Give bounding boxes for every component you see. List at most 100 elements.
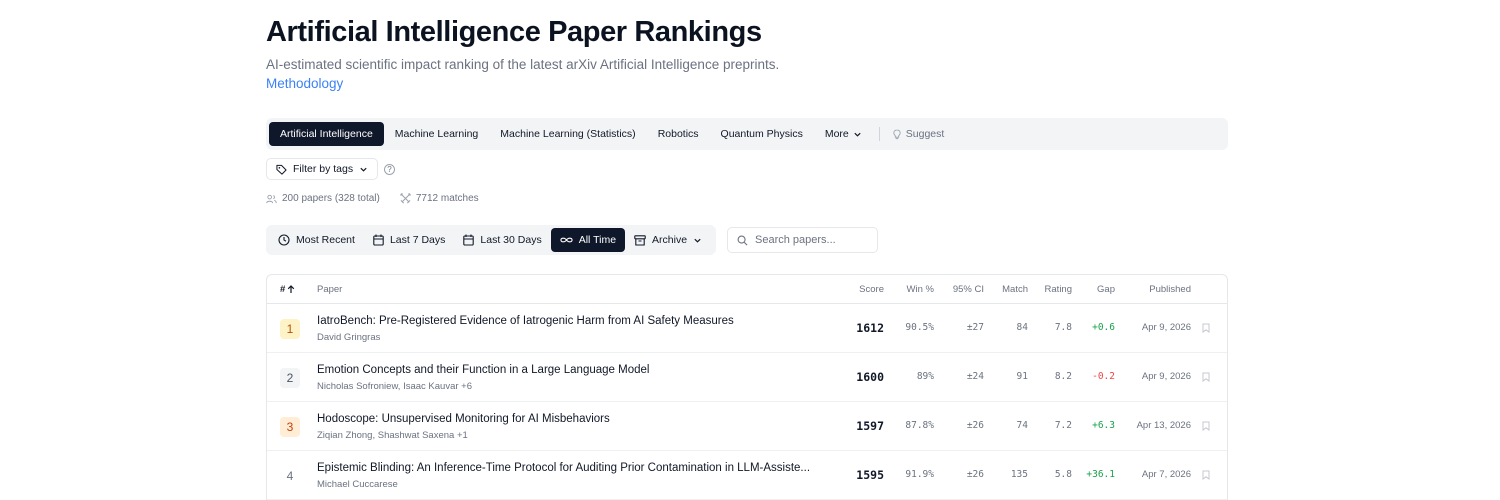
last-7-days-button[interactable]: Last 7 Days — [364, 228, 454, 252]
rating-value: 8.2 — [1054, 371, 1072, 382]
tag-icon — [276, 164, 287, 175]
suggest-label: Suggest — [905, 128, 945, 140]
match-value: 135 — [1010, 469, 1028, 480]
table-row[interactable]: 2 Emotion Concepts and their Function in… — [267, 353, 1227, 402]
matches-count: 7712 matches — [415, 193, 479, 204]
published-date: Apr 9, 2026 — [1141, 322, 1191, 333]
lightbulb-icon — [892, 128, 902, 140]
paper-title[interactable]: Hodoscope: Unsupervised Monitoring for A… — [317, 413, 610, 425]
divider — [878, 127, 880, 141]
gap-value: +6.3 — [1092, 420, 1115, 431]
paper-title[interactable]: IatroBench: Pre-Registered Evidence of I… — [317, 315, 734, 327]
chevron-down-icon — [853, 130, 862, 139]
clock-icon — [278, 234, 290, 246]
rank-column-header[interactable]: # — [280, 284, 295, 295]
most-recent-button[interactable]: Most Recent — [269, 228, 364, 252]
last-7-days-label: Last 7 Days — [389, 234, 446, 246]
swords-icon — [400, 193, 411, 204]
chevron-down-icon — [359, 165, 368, 174]
score-value: 1600 — [856, 370, 884, 384]
match-value: 74 — [1016, 420, 1028, 431]
rank-header-label: # — [280, 284, 286, 295]
filter-label: Filter by tags — [293, 163, 354, 175]
table-row[interactable]: 4 Epistemic Blinding: An Inference-Time … — [267, 451, 1227, 500]
category-tabs: Artificial Intelligence Machine Learning… — [266, 118, 1228, 150]
all-time-label: All Time — [578, 234, 617, 246]
rating-value: 5.8 — [1054, 469, 1072, 480]
published-date: Apr 13, 2026 — [1136, 420, 1191, 431]
search-icon — [737, 235, 748, 246]
match-value: 84 — [1016, 322, 1028, 333]
bookmark-icon[interactable] — [1202, 421, 1210, 431]
match-value: 91 — [1016, 371, 1028, 382]
rating-value: 7.8 — [1054, 322, 1072, 333]
archive-dropdown[interactable]: Archive — [625, 228, 711, 252]
match-column-header[interactable]: Match — [1002, 284, 1028, 295]
stats-bar: 200 papers (328 total) 7712 matches — [266, 193, 479, 204]
calendar-icon — [373, 234, 384, 246]
rank-badge: 2 — [280, 368, 300, 388]
paper-authors: Ziqian Zhong, Shashwat Saxena +1 — [317, 430, 468, 441]
win-value: 90.5% — [905, 322, 934, 333]
help-icon[interactable]: ? — [384, 164, 395, 175]
last-30-days-label: Last 30 Days — [480, 234, 542, 246]
paper-authors: Nicholas Sofroniew, Isaac Kauvar +6 — [317, 381, 472, 392]
table-row[interactable]: 3 Hodoscope: Unsupervised Monitoring for… — [267, 402, 1227, 451]
win-value: 89% — [916, 371, 934, 382]
sort-ascending-icon — [287, 285, 295, 294]
last-30-days-button[interactable]: Last 30 Days — [454, 228, 550, 252]
filter-by-tags-button[interactable]: Filter by tags — [266, 158, 379, 180]
papers-count: 200 papers (328 total) — [282, 193, 380, 204]
ci-column-header[interactable]: 95% CI — [953, 284, 984, 295]
bookmark-icon[interactable] — [1202, 323, 1210, 333]
suggest-button[interactable]: Suggest — [886, 128, 951, 140]
users-icon — [266, 194, 277, 204]
table-header: # Paper Score Win % 95% CI Match Rating … — [267, 275, 1227, 304]
chevron-down-icon — [693, 236, 702, 245]
tab-quantum-physics[interactable]: Quantum Physics — [710, 122, 814, 146]
rating-column-header[interactable]: Rating — [1045, 284, 1072, 295]
paper-column-header[interactable]: Paper — [317, 284, 342, 295]
gap-value: +0.6 — [1092, 322, 1115, 333]
table-row[interactable]: 1 IatroBench: Pre-Registered Evidence of… — [267, 304, 1227, 353]
papers-stat: 200 papers (328 total) — [266, 193, 380, 204]
archive-label: Archive — [652, 234, 688, 246]
win-value: 87.8% — [905, 420, 934, 431]
all-time-button[interactable]: All Time — [550, 228, 626, 252]
tab-machine-learning-statistics[interactable]: Machine Learning (Statistics) — [489, 122, 646, 146]
bookmark-icon[interactable] — [1202, 470, 1210, 480]
more-label: More — [824, 128, 849, 140]
more-dropdown[interactable]: More — [814, 122, 873, 146]
tab-robotics[interactable]: Robotics — [647, 122, 710, 146]
paper-title[interactable]: Emotion Concepts and their Function in a… — [317, 364, 649, 376]
paper-title[interactable]: Epistemic Blinding: An Inference-Time Pr… — [317, 462, 810, 474]
score-value: 1597 — [856, 419, 884, 433]
tab-artificial-intelligence[interactable]: Artificial Intelligence — [269, 122, 384, 146]
most-recent-label: Most Recent — [296, 234, 355, 246]
gap-column-header[interactable]: Gap — [1097, 284, 1115, 295]
rank-badge: 1 — [280, 319, 300, 339]
ci-value: ±27 — [966, 322, 984, 333]
search-box — [727, 227, 878, 253]
search-input[interactable] — [755, 234, 865, 246]
bookmark-icon[interactable] — [1202, 372, 1210, 382]
paper-authors: Michael Cuccarese — [317, 479, 398, 490]
published-column-header[interactable]: Published — [1149, 284, 1191, 295]
gap-value: +36.1 — [1086, 469, 1115, 480]
score-column-header[interactable]: Score — [859, 284, 884, 295]
ci-value: ±26 — [966, 420, 984, 431]
gap-value: -0.2 — [1092, 371, 1115, 382]
score-value: 1595 — [856, 468, 884, 482]
time-filter-bar: Most Recent Last 7 Days Last 30 Days All… — [266, 225, 716, 255]
methodology-link[interactable]: Methodology — [266, 76, 343, 91]
published-date: Apr 9, 2026 — [1141, 371, 1191, 382]
tab-machine-learning[interactable]: Machine Learning — [384, 122, 489, 146]
calendar-icon — [463, 234, 475, 246]
win-value: 91.9% — [905, 469, 934, 480]
rankings-table: # Paper Score Win % 95% CI Match Rating … — [266, 274, 1228, 500]
paper-authors: David Gringras — [317, 332, 381, 343]
win-column-header[interactable]: Win % — [907, 284, 934, 295]
matches-stat: 7712 matches — [400, 193, 479, 204]
ci-value: ±24 — [966, 371, 984, 382]
infinity-icon — [560, 236, 573, 244]
